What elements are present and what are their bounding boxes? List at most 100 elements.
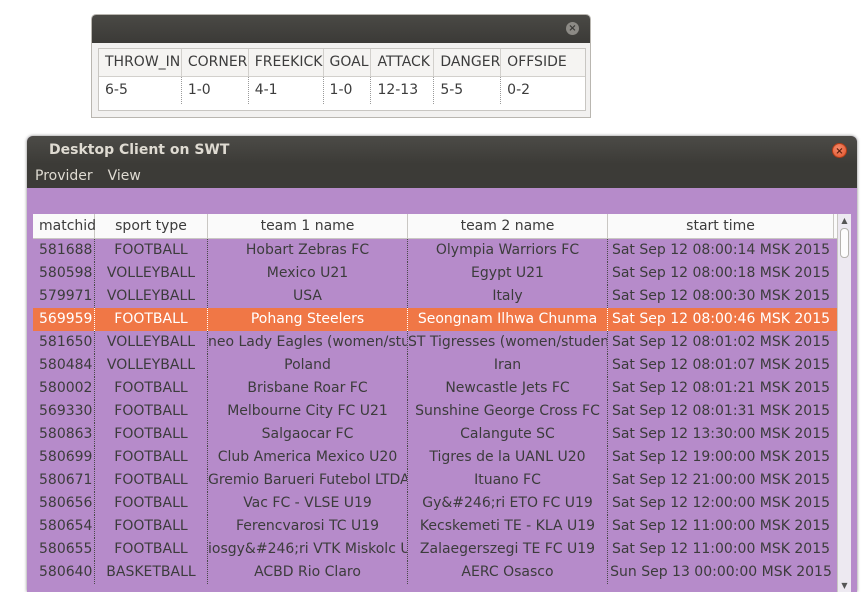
menu-provider[interactable]: Provider: [35, 168, 100, 184]
table-row[interactable]: 580640 BASKETBALL ACBD Rio Claro AERC Osasc…: [33, 561, 851, 584]
cell-sport-type: FOOTBALL: [95, 515, 208, 538]
cell-team-2-name: Italy: [408, 285, 608, 308]
cell-sport-type: VOLLEYBALL: [95, 354, 208, 377]
stats-close-icon[interactable]: ×: [566, 22, 579, 35]
stats-col-offside[interactable]: OFFSIDE: [501, 49, 585, 76]
stats-value-throw-in: 6-5: [99, 77, 182, 104]
column-header-matchid[interactable]: matchid: [33, 214, 96, 238]
cell-sport-type: FOOTBALL: [95, 469, 208, 492]
table-row[interactable]: 579971 VOLLEYBALL USA Italy Sat Sep 12 08:00…: [33, 285, 851, 308]
cell-team-1-name: Poland: [208, 354, 408, 377]
cell-team-2-name: Kecskemeti TE - KLA U19: [408, 515, 608, 538]
cell-matchid: 580655: [33, 538, 95, 561]
cell-team-1-name: Mexico U21: [208, 262, 408, 285]
cell-sport-type: VOLLEYBALL: [95, 331, 208, 354]
cell-start-time: Sat Sep 12 19:00:00 MSK 2015: [611, 449, 831, 465]
cell-matchid: 580484: [33, 354, 95, 377]
cell-team-1-name: Gremio Barueri Futebol LTDA: [208, 469, 408, 492]
stats-col-attack[interactable]: ATTACK: [371, 49, 435, 76]
stats-col-danger[interactable]: DANGER: [434, 49, 502, 76]
stats-value-row: 6-5 1-0 4-1 1-0 12-13 5-5 0-2: [99, 77, 585, 104]
table-row[interactable]: 580671 FOOTBALL Gremio Barueri Futebol LTD…: [33, 469, 851, 492]
scroll-down-icon[interactable]: ▼: [840, 581, 849, 590]
table-row[interactable]: 580484 VOLLEYBALL Poland Iran Sat Sep 12 08:…: [33, 354, 851, 377]
column-header-sport-type[interactable]: sport type: [95, 214, 208, 238]
cell-start-time: Sat Sep 12 08:00:18 MSK 2015: [611, 265, 831, 281]
cell-team-1-name: Melbourne City FC U21: [208, 400, 408, 423]
table-row[interactable]: 580002 FOOTBALL Brisbane Roar FC Newcastle …: [33, 377, 851, 400]
scroll-thumb[interactable]: [840, 228, 849, 258]
cell-team-2-name: Iran: [408, 354, 608, 377]
stats-titlebar: ×: [92, 15, 590, 43]
cell-team-2-name: AERC Osasco: [408, 561, 608, 584]
table-row[interactable]: 580699 FOOTBALL Club America Mexico U20 Tig…: [33, 446, 851, 469]
window-close-icon[interactable]: ×: [832, 143, 847, 158]
cell-team-2-name: Olympia Warriors FC: [408, 239, 608, 262]
table-row[interactable]: 580655 FOOTBALL iosgy&#246;ri VTK Miskolc …: [33, 538, 851, 561]
table-row[interactable]: 580598 VOLLEYBALL Mexico U21 Egypt U21 Sat S…: [33, 262, 851, 285]
stats-value-goal: 1-0: [324, 77, 372, 104]
stats-col-throw-in[interactable]: THROW_IN: [99, 49, 182, 76]
cell-matchid: 580654: [33, 515, 95, 538]
column-header-start-time[interactable]: start time: [608, 214, 834, 238]
cell-start-time: Sun Sep 13 00:00:00 MSK 2015: [610, 564, 832, 580]
cell-team-1-name: neo Lady Eagles (women/stude: [208, 331, 408, 354]
cell-sport-type: FOOTBALL: [95, 538, 208, 561]
cell-start-time: Sat Sep 12 08:00:14 MSK 2015: [611, 242, 831, 258]
cell-team-1-name: ACBD Rio Claro: [208, 561, 408, 584]
window-titlebar: Desktop Client on SWT ×: [27, 136, 857, 164]
window-title: Desktop Client on SWT: [49, 142, 230, 158]
stats-value-attack: 12-13: [371, 77, 435, 104]
cell-team-2-name: ST Tigresses (women/student: [408, 331, 608, 354]
column-header-team-1-name[interactable]: team 1 name: [208, 214, 408, 238]
cell-team-2-name: Egypt U21: [408, 262, 608, 285]
cell-matchid: 569959: [33, 308, 95, 331]
cell-team-1-name: Ferencvarosi TC U19: [208, 515, 408, 538]
cell-team-2-name: Calangute SC: [408, 423, 608, 446]
column-header-team-2-name[interactable]: team 2 name: [408, 214, 608, 238]
cell-start-time: Sat Sep 12 08:01:31 MSK 2015: [611, 403, 831, 419]
stats-window: × THROW_IN CORNER FREEKICK GOAL ATTACK DANGER…: [91, 14, 591, 118]
vertical-scrollbar[interactable]: ▲ ▼: [837, 214, 851, 592]
cell-start-time: Sat Sep 12 08:00:30 MSK 2015: [611, 288, 831, 304]
cell-team-1-name: Club America Mexico U20: [208, 446, 408, 469]
cell-team-1-name: Vac FC - VLSE U19: [208, 492, 408, 515]
cell-sport-type: FOOTBALL: [95, 446, 208, 469]
stats-value-corner: 1-0: [182, 77, 249, 104]
table-row[interactable]: 580863 FOOTBALL Salgaocar FC Calangute SC Sa…: [33, 423, 851, 446]
menu-view[interactable]: View: [108, 168, 148, 184]
cell-matchid: 580002: [33, 377, 95, 400]
cell-sport-type: FOOTBALL: [95, 423, 208, 446]
scroll-up-icon[interactable]: ▲: [840, 216, 849, 225]
cell-start-time: Sat Sep 12 08:01:21 MSK 2015: [611, 380, 831, 396]
cell-matchid: 569330: [33, 400, 95, 423]
stats-table: THROW_IN CORNER FREEKICK GOAL ATTACK DANGER OF…: [98, 48, 586, 111]
table-row[interactable]: 569959 FOOTBALL Pohang Steelers Seongnam Il…: [33, 308, 851, 331]
cell-start-time: Sat Sep 12 08:01:02 MSK 2015: [611, 334, 831, 350]
cell-start-time: Sat Sep 12 08:01:07 MSK 2015: [611, 357, 831, 373]
table-row[interactable]: 580654 FOOTBALL Ferencvarosi TC U19 Kecskem…: [33, 515, 851, 538]
stats-col-corner[interactable]: CORNER: [182, 49, 249, 76]
cell-matchid: 580656: [33, 492, 95, 515]
cell-matchid: 580863: [33, 423, 95, 446]
cell-team-1-name: Brisbane Roar FC: [208, 377, 408, 400]
table-header: matchid sport type team 1 name team 2 name s…: [33, 214, 851, 239]
cell-team-2-name: Zalaegerszegi TE FC U19: [408, 538, 608, 561]
table-body: 581688 FOOTBALL Hobart Zebras FC Olympia Wa…: [33, 239, 851, 584]
main-window: Desktop Client on SWT × Provider View ma…: [27, 136, 857, 592]
cell-sport-type: BASKETBALL: [95, 561, 208, 584]
table-row[interactable]: 581650 VOLLEYBALL neo Lady Eagles (women/s…: [33, 331, 851, 354]
cell-start-time: Sat Sep 12 21:00:00 MSK 2015: [611, 472, 831, 488]
table-row[interactable]: 580656 FOOTBALL Vac FC - VLSE U19 Gy&#246;r…: [33, 492, 851, 515]
cell-matchid: 580671: [33, 469, 95, 492]
cell-team-2-name: Seongnam Ilhwa Chunma: [408, 308, 608, 331]
table-row[interactable]: 569330 FOOTBALL Melbourne City FC U21 Sunsh…: [33, 400, 851, 423]
cell-start-time: Sat Sep 12 11:00:00 MSK 2015: [611, 541, 831, 557]
stats-value-freekick: 4-1: [249, 77, 324, 104]
table-row[interactable]: 581688 FOOTBALL Hobart Zebras FC Olympia Wa…: [33, 239, 851, 262]
cell-matchid: 580699: [33, 446, 95, 469]
stats-col-goal[interactable]: GOAL: [324, 49, 372, 76]
cell-matchid: 580598: [33, 262, 95, 285]
cell-start-time: Sat Sep 12 13:30:00 MSK 2015: [611, 426, 831, 442]
stats-col-freekick[interactable]: FREEKICK: [249, 49, 324, 76]
